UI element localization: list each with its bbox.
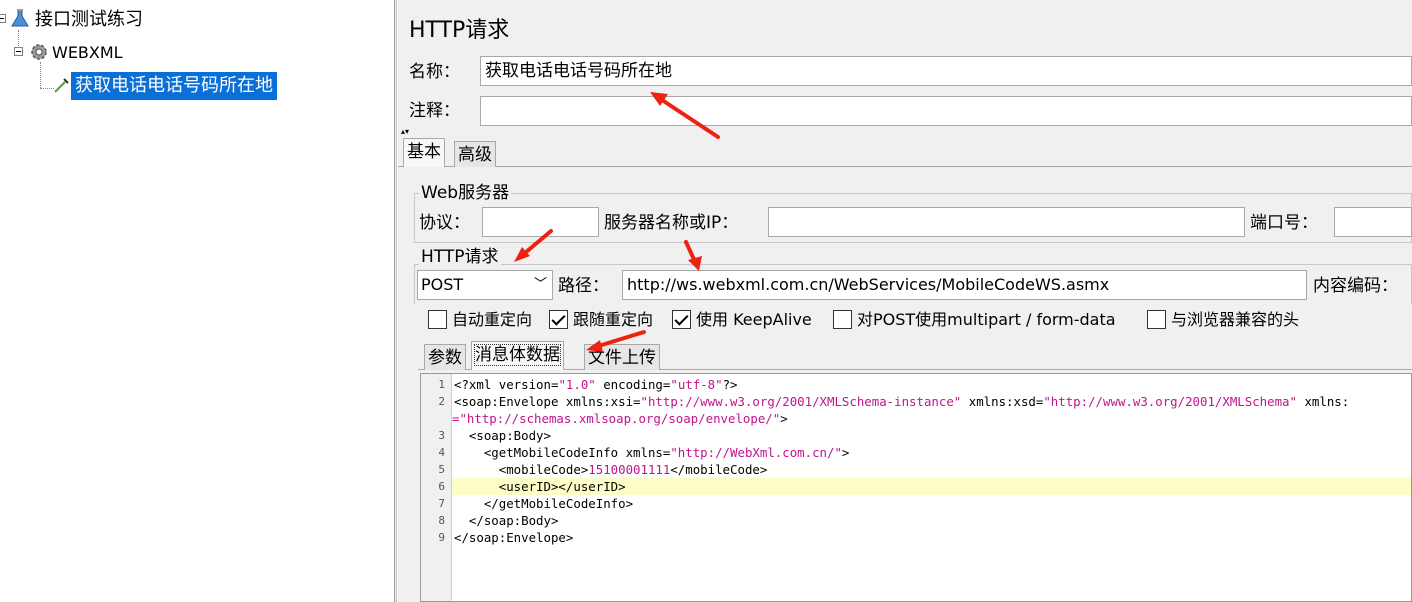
code-line-9: </soap:Envelope> [454, 530, 574, 545]
code-token: > [841, 445, 850, 460]
port-label: 端口号： [1250, 213, 1318, 233]
collapse-toggle-root[interactable] [0, 14, 6, 23]
code-token: ="http://schemas.xmlsoap.org/soap/envelo… [452, 411, 781, 426]
test-plan-tree: 接口测试练习 WEBXML 获取电话电话号码所在地 [0, 0, 394, 602]
code-line-4: <getMobileCodeInfo xmlns="http://WebXml.… [454, 444, 850, 461]
code-token: <?xml version= [454, 377, 559, 392]
keepalive-checkbox[interactable] [672, 310, 691, 329]
multipart-checkbox[interactable] [833, 310, 852, 329]
tab-file-upload[interactable]: 文件上传 [584, 344, 660, 370]
keepalive-label: 使用 KeepAlive [696, 310, 812, 329]
tab-params-label: 参数 [428, 348, 462, 368]
tab-advanced-label: 高级 [458, 145, 492, 165]
gear-icon [31, 44, 47, 60]
web-server-legend: Web服务器 [419, 182, 512, 204]
path-field[interactable]: http://ws.webxml.com.cn/WebServices/Mobi… [622, 270, 1307, 300]
tree-item-root[interactable]: 接口测试练习 [35, 9, 143, 31]
tab-params[interactable]: 参数 [424, 344, 466, 370]
line-number: 2 [438, 395, 445, 408]
code-token: xmlns: [1296, 394, 1350, 409]
line-number: 9 [438, 531, 445, 544]
method-select[interactable]: POST ﹀ [417, 270, 553, 300]
code-token: "utf-8" [670, 377, 723, 392]
line-number: 8 [438, 514, 445, 527]
tab-basic[interactable]: 基本 [403, 138, 445, 167]
method-select-value: POST [421, 275, 464, 294]
collapse-arrows-icon[interactable]: ▴▾ [401, 128, 409, 136]
protocol-field[interactable] [482, 207, 599, 237]
browser-headers-checkbox[interactable] [1147, 310, 1166, 329]
follow-redirect-label: 跟随重定向 [573, 310, 654, 329]
code-token: </mobileCode> [670, 462, 768, 477]
body-tab-strip-line [418, 369, 1412, 370]
tab-file-upload-label: 文件上传 [588, 348, 656, 368]
code-token: <mobileCode> [454, 462, 589, 477]
tree-line [40, 88, 54, 90]
line-number: 3 [438, 429, 445, 442]
code-line-6: <userID></userID> [454, 479, 626, 494]
comment-label: 注释： [409, 101, 460, 121]
code-token: xmlns:xsd= [961, 394, 1044, 409]
line-number: 1 [438, 378, 445, 391]
encoding-label: 内容编码： [1313, 276, 1398, 296]
line-number: 5 [438, 463, 445, 476]
code-line-5: <mobileCode>15100001111</mobileCode> [454, 461, 768, 478]
code-line-2-wrap: ="http://schemas.xmlsoap.org/soap/envelo… [452, 410, 788, 427]
flask-icon [11, 9, 29, 27]
line-number: 7 [438, 497, 445, 510]
code-token: > [780, 411, 788, 426]
line-number: 6 [438, 480, 445, 493]
tab-advanced[interactable]: 高级 [454, 141, 496, 167]
tree-item-group[interactable]: WEBXML [52, 42, 123, 64]
name-field[interactable]: 获取电话电话号码所在地 [480, 56, 1412, 86]
code-line-2: <soap:Envelope xmlns:xsi="http://www.w3.… [454, 393, 1349, 410]
tab-basic-label: 基本 [407, 142, 441, 162]
code-token: <soap:Envelope xmlns:xsi= [454, 394, 641, 409]
multipart-label: 对POST使用multipart / form-data [857, 310, 1116, 329]
panel-title: HTTP请求 [409, 18, 510, 43]
browser-headers-label: 与浏览器兼容的头 [1171, 310, 1300, 329]
line-number: 4 [438, 446, 445, 459]
path-label: 路径： [558, 276, 609, 296]
body-data-editor[interactable]: 1 2 3 4 5 6 7 8 9 <?xml version="1.0" en… [420, 373, 1412, 602]
code-line-7: </getMobileCodeInfo> [454, 496, 634, 511]
server-field[interactable] [768, 207, 1245, 237]
code-token: "http://www.w3.org/2001/XMLSchema-instan… [640, 394, 962, 409]
code-token: encoding= [595, 377, 671, 392]
name-label: 名称： [409, 62, 460, 82]
code-line-3: <soap:Body> [454, 428, 551, 443]
pane-splitter[interactable] [394, 0, 397, 602]
auto-redirect-label: 自动重定向 [452, 310, 533, 329]
tab-body-data-label: 消息体数据 [474, 344, 561, 366]
code-line-8: </soap:Body> [454, 513, 559, 528]
collapse-toggle-group[interactable] [14, 47, 23, 56]
protocol-label: 协议： [419, 213, 470, 233]
code-token: "http://WebXml.com.cn/" [670, 445, 842, 460]
port-field[interactable] [1334, 207, 1412, 237]
tab-strip-line [398, 166, 1412, 167]
code-token: 15100001111 [588, 462, 671, 477]
comment-field[interactable] [480, 96, 1412, 126]
follow-redirect-checkbox[interactable] [549, 310, 568, 329]
code-token: ?> [722, 377, 738, 392]
code-token: "http://www.w3.org/2001/XMLSchema" [1043, 394, 1297, 409]
auto-redirect-checkbox[interactable] [428, 310, 447, 329]
pipette-icon [54, 78, 69, 93]
code-line-1: <?xml version="1.0" encoding="utf-8"?> [454, 376, 738, 393]
chevron-down-icon: ﹀ [533, 277, 547, 292]
tree-line [40, 62, 42, 88]
tab-body-data[interactable]: 消息体数据 [471, 341, 564, 370]
http-request-legend: HTTP请求 [419, 246, 501, 268]
code-token: <getMobileCodeInfo xmlns= [454, 445, 671, 460]
line-number-gutter: 1 2 3 4 5 6 7 8 9 [421, 374, 452, 601]
server-label: 服务器名称或IP： [604, 213, 739, 233]
tree-item-sampler[interactable]: 获取电话电话号码所在地 [71, 72, 277, 100]
code-token: "1.0" [558, 377, 596, 392]
